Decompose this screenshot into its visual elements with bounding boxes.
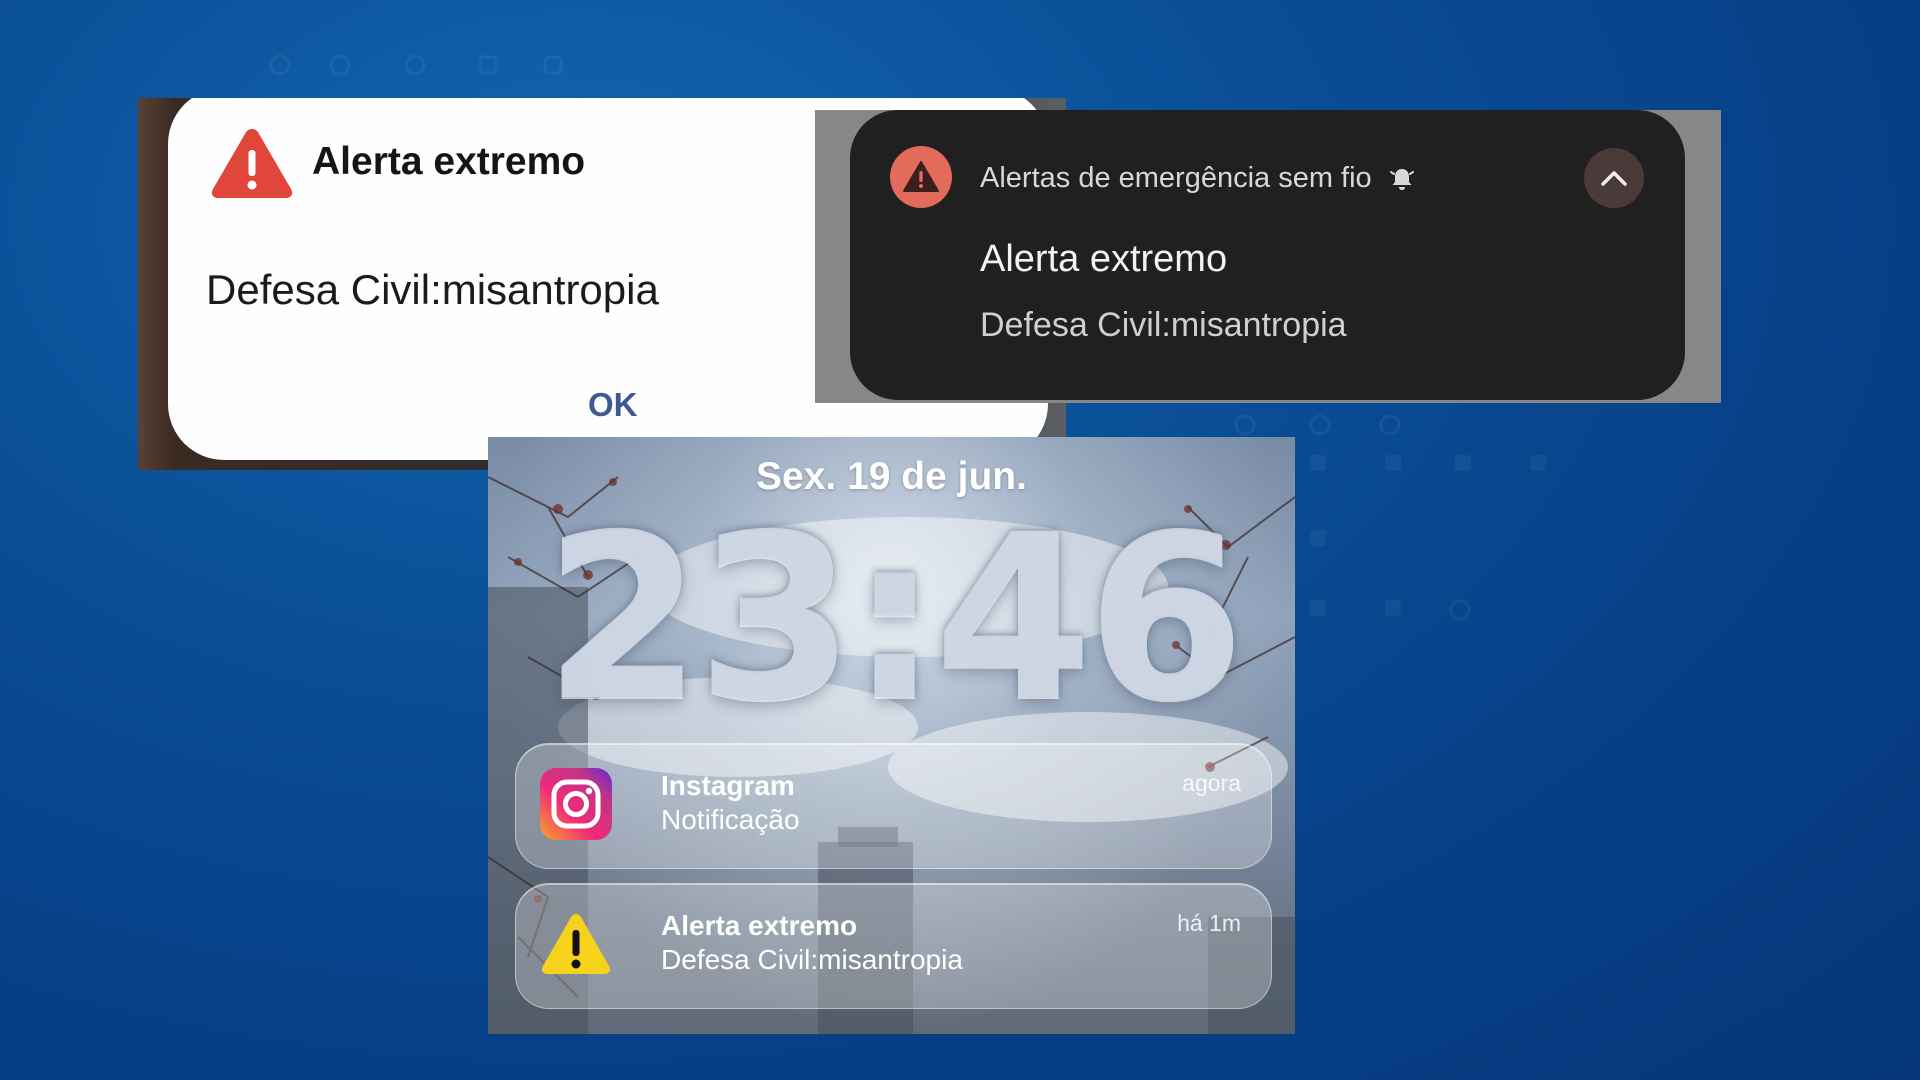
lockscreen-clock: 23:46 [543, 485, 1246, 751]
warning-icon [890, 146, 952, 208]
warning-triangle-icon [211, 129, 293, 198]
dialog-message: Defesa Civil:misantropia [206, 266, 659, 313]
notification-body: Notificação [661, 804, 800, 835]
bell-icon [1389, 168, 1414, 190]
notification-message: Defesa Civil:misantropia [980, 306, 1347, 344]
ios-lockscreen-screenshot: Sex. 19 de jun. 23:46 Instagram Notifica… [488, 437, 1295, 1034]
notification-title: Alerta extremo [661, 910, 858, 941]
collapse-button[interactable] [1584, 148, 1644, 208]
notification-time: há 1m [1177, 910, 1241, 936]
notification-instagram[interactable]: Instagram Notificação agora [515, 743, 1272, 869]
android-notification-screenshot: Alertas de emergência sem fio Alerta ext… [815, 110, 1721, 403]
dialog-title: Alerta extremo [312, 140, 586, 183]
notification-app-name: Instagram [661, 770, 795, 801]
warning-triangle-icon [542, 914, 610, 974]
emergency-notification[interactable]: Alertas de emergência sem fio Alerta ext… [850, 110, 1685, 400]
instagram-icon [540, 768, 612, 840]
ok-button[interactable]: OK [578, 380, 648, 430]
notification-app-name: Alertas de emergência sem fio [980, 162, 1372, 194]
notification-time: agora [1182, 770, 1241, 796]
notification-title: Alerta extremo [980, 238, 1228, 280]
notification-alerta-extremo[interactable]: Alerta extremo Defesa Civil:misantropia … [515, 883, 1272, 1009]
notification-app-row: Alertas de emergência sem fio [980, 162, 1416, 195]
chevron-up-icon [1601, 171, 1627, 186]
notification-body: Defesa Civil:misantropia [661, 944, 963, 975]
